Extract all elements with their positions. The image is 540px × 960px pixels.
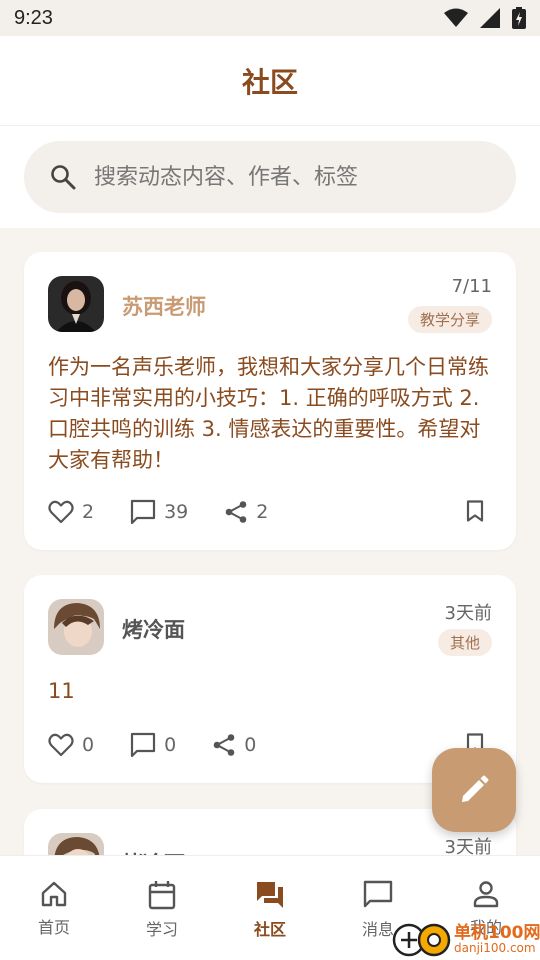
calendar-icon — [148, 881, 176, 910]
post-content[interactable]: 作为一名声乐老师，我想和大家分享几个日常练习中非常实用的小技巧：1. 正确的呼吸… — [48, 352, 492, 476]
comment-icon — [130, 732, 156, 758]
watermark: 单机100网 danji100.com — [392, 916, 540, 960]
author-name[interactable]: 苏西老师 — [122, 291, 206, 321]
comment-count: 39 — [164, 501, 189, 523]
wifi-icon — [444, 8, 468, 27]
search-input[interactable] — [94, 164, 454, 190]
share-count: 2 — [256, 501, 269, 523]
comment-button[interactable]: 0 — [130, 732, 176, 758]
home-icon — [41, 881, 67, 907]
avatar[interactable] — [48, 599, 104, 655]
avatar[interactable] — [48, 276, 104, 332]
post-header: 苏西老师 7/11 教学分享 — [48, 276, 492, 333]
nav-label: 首页 — [37, 918, 70, 937]
post-card[interactable]: 苏西老师 7/11 教学分享 作为一名声乐老师，我想和大家分享几个日常练习中非常… — [24, 252, 516, 550]
chat-icon — [363, 880, 393, 908]
like-button[interactable]: 0 — [48, 733, 94, 757]
watermark-url: danji100.com — [454, 941, 536, 955]
post-actions: 2 39 2 — [48, 496, 492, 528]
nav-item-learn[interactable]: 学习 — [108, 856, 216, 960]
like-count: 2 — [82, 501, 95, 523]
post-date: 3天前 — [444, 603, 492, 624]
page-title: 社区 — [241, 65, 298, 99]
watermark-logo — [392, 923, 451, 957]
like-count: 0 — [82, 734, 95, 756]
share-icon — [213, 734, 235, 756]
post-content[interactable]: 11 — [48, 676, 492, 707]
search-section — [0, 126, 540, 228]
nav-label: 消息 — [361, 920, 394, 939]
app-header: 社区 — [0, 36, 540, 126]
status-bar: 9:23 — [0, 0, 540, 36]
share-button[interactable]: 2 — [224, 500, 268, 524]
bookmark-icon[interactable] — [466, 500, 484, 522]
nav-label: 学习 — [145, 920, 178, 939]
nav-item-community[interactable]: 社区 — [216, 856, 324, 960]
signal-icon — [480, 8, 500, 28]
post-tag[interactable]: 教学分享 — [407, 306, 492, 333]
post-tag[interactable]: 其他 — [437, 629, 492, 656]
heart-icon — [48, 733, 74, 757]
comment-button[interactable]: 39 — [130, 499, 188, 525]
nav-item-home[interactable]: 首页 — [0, 856, 108, 960]
author-name[interactable]: 烤冷面 — [122, 614, 185, 644]
compose-button[interactable] — [432, 748, 516, 832]
like-button[interactable]: 2 — [48, 500, 94, 524]
post-actions: 0 0 0 — [48, 729, 492, 761]
share-count: 0 — [244, 734, 257, 756]
watermark-text: 单机100网 — [454, 923, 540, 943]
battery-icon — [512, 7, 526, 29]
nav-label: 社区 — [253, 920, 286, 939]
search-icon — [51, 165, 76, 190]
forum-icon — [257, 882, 283, 908]
share-icon — [225, 501, 247, 523]
post-date: 7/11 — [451, 276, 492, 297]
status-time: 9:23 — [14, 6, 53, 29]
comment-icon — [130, 499, 156, 525]
pencil-icon — [462, 775, 489, 802]
status-icons — [444, 7, 526, 29]
comment-count: 0 — [164, 734, 177, 756]
heart-icon — [48, 500, 74, 524]
share-button[interactable]: 0 — [212, 733, 256, 757]
post-header: 烤冷面 3天前 其他 — [48, 599, 492, 656]
person-icon — [473, 881, 499, 908]
search-bar[interactable] — [24, 141, 516, 213]
